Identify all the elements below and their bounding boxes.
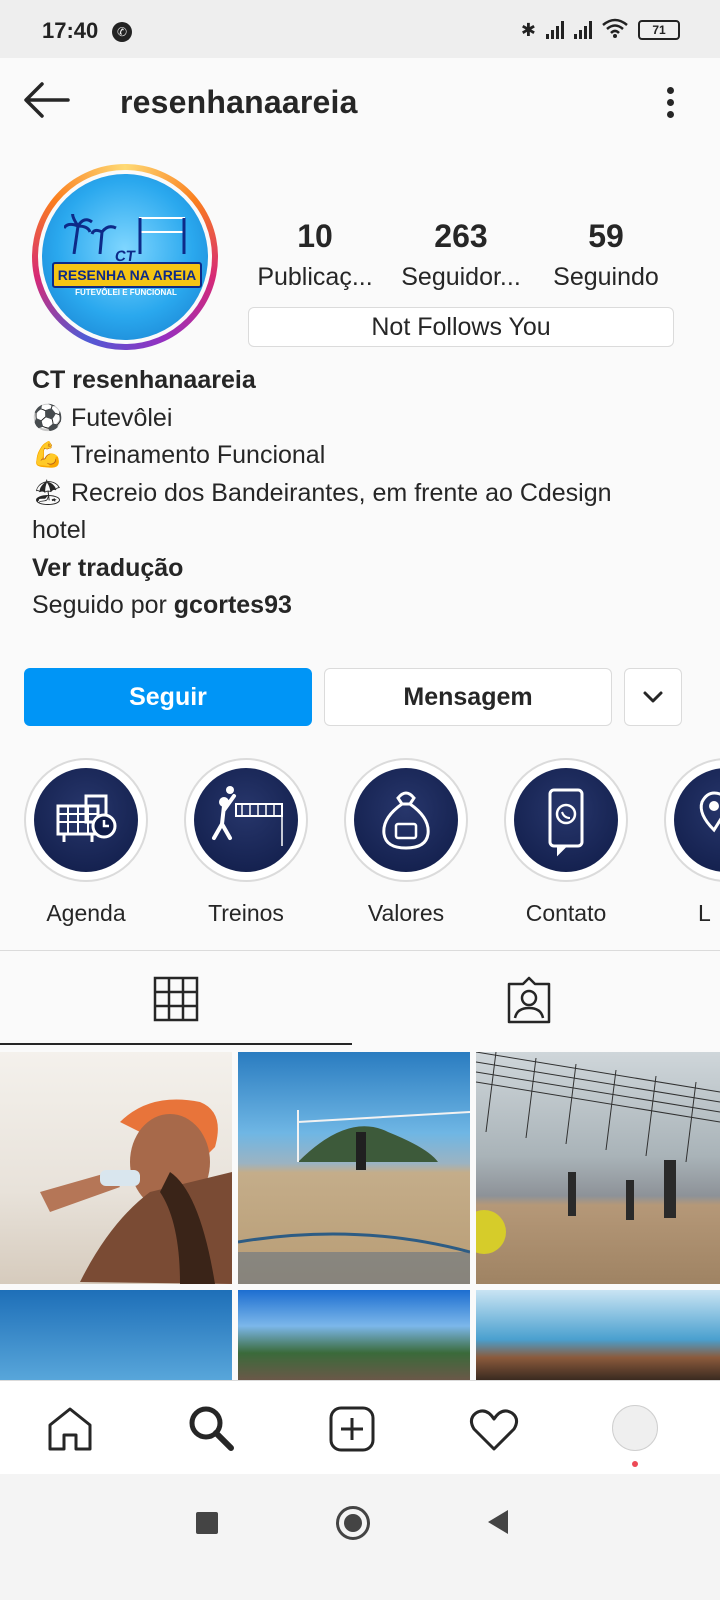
profile-bio: CT resenhanaareia ⚽ Futevôlei 💪 Treiname… [32, 362, 692, 625]
highlight-agenda[interactable]: Agenda [24, 758, 148, 927]
highlight-valores[interactable]: Valores [344, 758, 468, 927]
bottom-navigation [0, 1380, 720, 1475]
notification-dot [632, 1461, 638, 1467]
bio-line: 🏖 Recreio dos Bandeirantes, em frente ao… [32, 475, 692, 513]
system-navigation-bar [0, 1474, 720, 1600]
follow-button[interactable]: Seguir [24, 668, 312, 726]
post-thumbnail[interactable] [0, 1290, 232, 1380]
profile-name: CT resenhanaareia [32, 366, 256, 394]
tagged-person-icon [507, 976, 551, 1024]
highlight-treinos[interactable]: Treinos [184, 758, 308, 927]
profile-username: resenhanaareia [120, 84, 358, 120]
flexed-biceps-icon: 💪 [32, 441, 64, 469]
home-icon[interactable] [46, 1405, 94, 1453]
translate-link[interactable]: Ver tradução [32, 550, 692, 588]
money-bag-icon [382, 791, 430, 850]
beach-umbrella-icon: 🏖 [32, 478, 64, 507]
calendar-building-icon [56, 794, 117, 842]
grid-icon [153, 976, 199, 1022]
bio-line: 💪 Treinamento Funcional [32, 437, 692, 475]
location-pin-icon [699, 791, 720, 833]
bio-line: ⚽ Futevôlei [32, 400, 692, 438]
photo-woman-drinking [40, 1099, 232, 1284]
chevron-down-icon [643, 691, 663, 703]
suggestions-dropdown-button[interactable] [624, 668, 682, 726]
tab-posts-grid[interactable] [0, 952, 352, 1044]
post-thumbnail[interactable] [0, 1052, 232, 1284]
back-button-icon[interactable] [484, 1508, 510, 1536]
signal-icon [546, 21, 564, 39]
post-thumbnail[interactable] [238, 1290, 470, 1380]
back-arrow-icon[interactable] [22, 80, 72, 120]
logo-text: RESENHA NA AREIA [52, 262, 202, 288]
wifi-icon [602, 18, 628, 43]
profile-avatar-icon[interactable] [612, 1405, 658, 1451]
followed-by[interactable]: Seguido por gcortes93 [32, 587, 692, 625]
more-options-icon[interactable] [658, 84, 682, 122]
photo-beach-net [238, 1110, 470, 1284]
post-thumbnail[interactable] [238, 1052, 470, 1284]
bluetooth-icon: ✱ [520, 19, 536, 40]
status-icons: ✱ 71 [521, 18, 680, 42]
profile-header: resenhanaareia [0, 58, 720, 150]
bio-line: hotel [32, 516, 87, 544]
signal-2-icon [574, 21, 592, 39]
highlight-location[interactable]: L [664, 758, 720, 927]
status-time: 17:40 [42, 18, 99, 43]
tab-tagged[interactable] [354, 952, 720, 1044]
search-icon[interactable] [186, 1403, 236, 1453]
new-post-icon[interactable] [328, 1405, 376, 1453]
follow-status-badge: Not Follows You [248, 307, 674, 347]
home-button-icon[interactable] [336, 1506, 370, 1540]
post-thumbnail[interactable] [476, 1052, 720, 1284]
battery-icon: 71 [638, 20, 680, 40]
highlight-contato[interactable]: Contato [504, 758, 628, 927]
volleyball-player-icon [212, 786, 283, 846]
stat-following[interactable]: 59 Seguindo [546, 218, 666, 292]
soccer-ball-icon: ⚽ [32, 403, 64, 432]
photo-players-net [476, 1052, 720, 1254]
stat-followers[interactable]: 263 Seguidor... [396, 218, 526, 292]
post-thumbnail[interactable] [476, 1290, 720, 1380]
activity-heart-icon[interactable] [468, 1407, 520, 1453]
whatsapp-notification-icon: ✆ [112, 22, 132, 42]
message-button[interactable]: Mensagem [324, 668, 612, 726]
recent-apps-icon[interactable] [196, 1512, 218, 1534]
phone-whatsapp-icon [548, 788, 584, 857]
stat-posts[interactable]: 10 Publicaç... [252, 218, 378, 292]
profile-avatar[interactable]: CT RESENHA NA AREIA FUTEVÔLEI E FUNCIONA… [42, 174, 208, 340]
